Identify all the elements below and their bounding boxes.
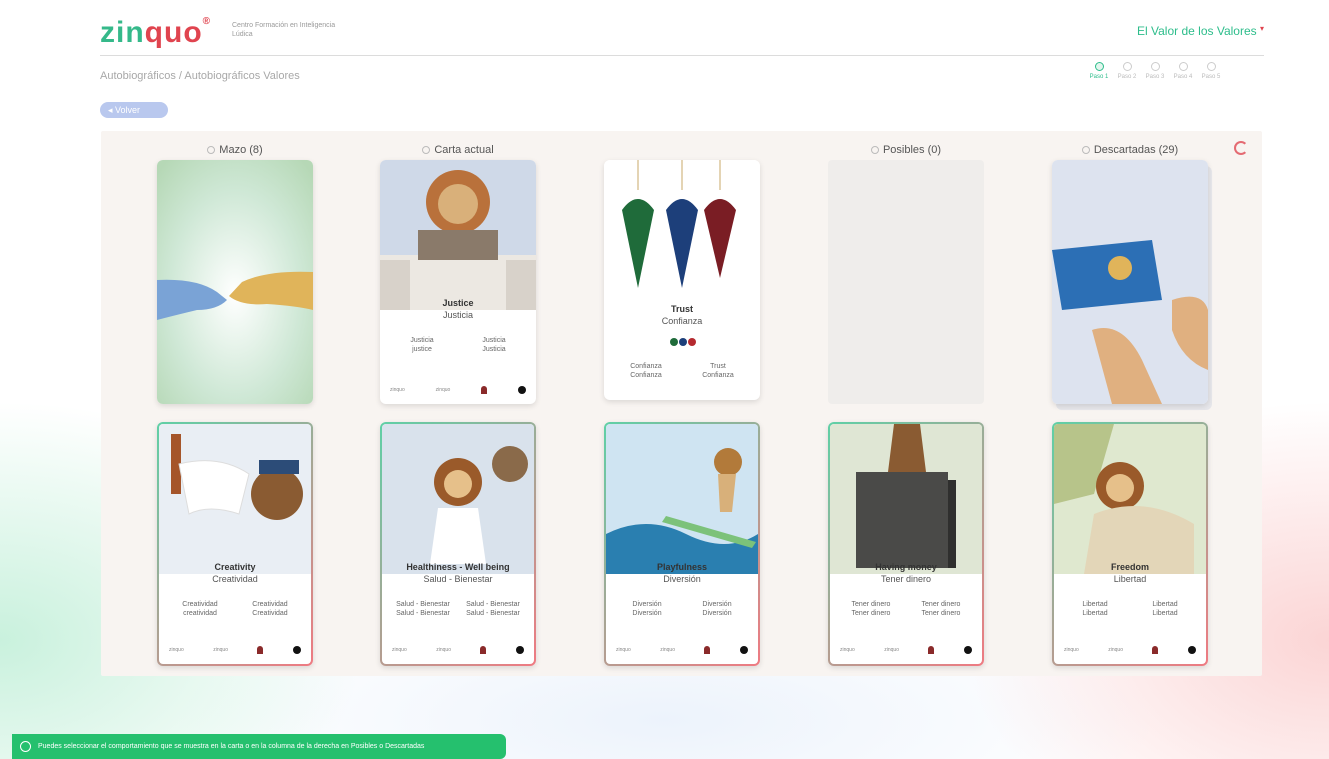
step-5[interactable]: Paso 5 xyxy=(1200,62,1222,80)
card-subtitle: Libertad xyxy=(1113,574,1147,584)
dot-icon xyxy=(518,386,526,394)
card-subtitle: Diversión xyxy=(663,574,701,584)
posibles-dropzone[interactable] xyxy=(828,160,984,404)
dot-icon xyxy=(515,646,524,654)
figure-icon xyxy=(928,646,935,654)
radio-icon[interactable] xyxy=(1081,146,1090,155)
card-subtitle: Confianza xyxy=(661,316,703,326)
resting-lion-illustration xyxy=(1054,424,1206,574)
card-translations: Diversión Diversión Diversión Diversión xyxy=(632,601,732,617)
card-translations: Tener dinero Tener dinero Tener dinero T… xyxy=(851,601,961,617)
card-footer: zinquo zinquo xyxy=(1064,646,1196,654)
value-card[interactable]: Freedom Libertad Libertad Libertad Liber… xyxy=(1052,422,1208,666)
card-title: Trust xyxy=(670,304,693,314)
card-footer: zinquo zinquo xyxy=(840,646,972,654)
pendulums-illustration xyxy=(604,160,760,300)
card-title: Justice xyxy=(442,298,474,308)
refresh-icon[interactable] xyxy=(1234,141,1248,155)
card-title: Freedom xyxy=(1110,562,1149,572)
dot-icon xyxy=(739,646,748,654)
figure-icon xyxy=(704,646,711,654)
radio-icon[interactable] xyxy=(870,146,879,155)
card-footer: zinquo zinquo xyxy=(169,646,301,654)
deck-card[interactable] xyxy=(157,160,313,404)
zinquo-logo[interactable]: zinquo® xyxy=(100,16,211,50)
pendulum-card[interactable]: Trust Confianza Confianza Confianza Trus… xyxy=(604,160,760,400)
card-translations: Libertad Libertad Libertad Libertad xyxy=(1082,601,1178,617)
figure-icon xyxy=(1152,646,1159,654)
page-title[interactable]: El Valor de los Valores ▾ xyxy=(1137,24,1264,38)
step-indicator: Paso 1 Paso 2 Paso 3 Paso 4 Paso 5 xyxy=(1088,62,1222,80)
card-translations: Justicia justice Justicia Justicia xyxy=(410,337,506,353)
card-title: Healthiness - Well being xyxy=(406,562,510,572)
back-button[interactable]: ◂ Volver xyxy=(100,102,168,118)
logo-tagline: Centro Formación en Inteligencia Lúdica xyxy=(232,22,336,38)
lion-wellbeing-illustration xyxy=(382,424,534,574)
card-subtitle: Salud - Bienestar xyxy=(423,574,493,584)
hands-illustration xyxy=(157,160,313,404)
step-1[interactable]: Paso 1 xyxy=(1088,62,1110,80)
card-subtitle: Justicia xyxy=(442,310,473,320)
dot-icon xyxy=(963,646,972,654)
figure-icon xyxy=(481,386,488,394)
surfing-lion-illustration xyxy=(606,424,758,574)
info-icon xyxy=(20,741,31,752)
card-footer: zinquo zinquo xyxy=(616,646,748,654)
card-subtitle: Tener dinero xyxy=(880,574,932,584)
figure-icon xyxy=(257,646,264,654)
breadcrumb: Autobiográficos / Autobiográficos Valore… xyxy=(100,70,300,82)
card-translations: Salud - Bienestar Salud - Bienestar Salu… xyxy=(396,601,520,617)
figure-icon xyxy=(480,646,487,654)
column-title-descartadas: Descartadas (29) xyxy=(1052,144,1208,156)
lion-judge-illustration xyxy=(380,160,536,310)
step-2[interactable]: Paso 2 xyxy=(1116,62,1138,80)
painter-illustration xyxy=(159,424,311,574)
current-card[interactable]: Justice Justicia Justicia justice Justic… xyxy=(380,160,536,404)
value-card[interactable]: Creativity Creatividad Creatividad creat… xyxy=(157,422,313,666)
card-translations: Confianza Confianza Trust Confianza xyxy=(630,363,734,379)
dot-icon xyxy=(1187,646,1196,654)
card-translations: Creatividad creatividad Creatividad Crea… xyxy=(182,601,288,617)
column-title-posibles: Posibles (0) xyxy=(828,144,984,156)
info-toast: Puedes seleccionar el comportamiento que… xyxy=(12,734,506,759)
card-title: Playfulness xyxy=(656,562,708,572)
top-header: zinquo® Centro Formación en Inteligencia… xyxy=(100,16,1264,56)
step-3[interactable]: Paso 3 xyxy=(1144,62,1166,80)
value-card[interactable]: Having money Tener dinero Tener dinero T… xyxy=(828,422,984,666)
dot-icon xyxy=(292,646,301,654)
value-card[interactable]: Healthiness - Well being Salud - Bienest… xyxy=(380,422,536,666)
discarded-card[interactable] xyxy=(1052,160,1208,404)
radio-icon[interactable] xyxy=(422,146,431,155)
value-card[interactable]: Playfulness Diversión Diversión Diversió… xyxy=(604,422,760,666)
puzzle-illustration xyxy=(1052,160,1208,404)
money-safe-illustration xyxy=(830,424,982,574)
card-footer: zinquo zinquo xyxy=(392,646,524,654)
card-title: Having money xyxy=(875,562,937,572)
card-subtitle: Creatividad xyxy=(212,574,258,584)
card-footer: zinquo zinquo xyxy=(390,386,526,394)
card-title: Creativity xyxy=(214,562,256,572)
step-4[interactable]: Paso 4 xyxy=(1172,62,1194,80)
color-dots xyxy=(670,338,696,346)
column-title-mazo: Mazo (8) xyxy=(157,144,313,156)
radio-icon[interactable] xyxy=(207,146,216,155)
column-title-current: Carta actual xyxy=(380,144,536,156)
